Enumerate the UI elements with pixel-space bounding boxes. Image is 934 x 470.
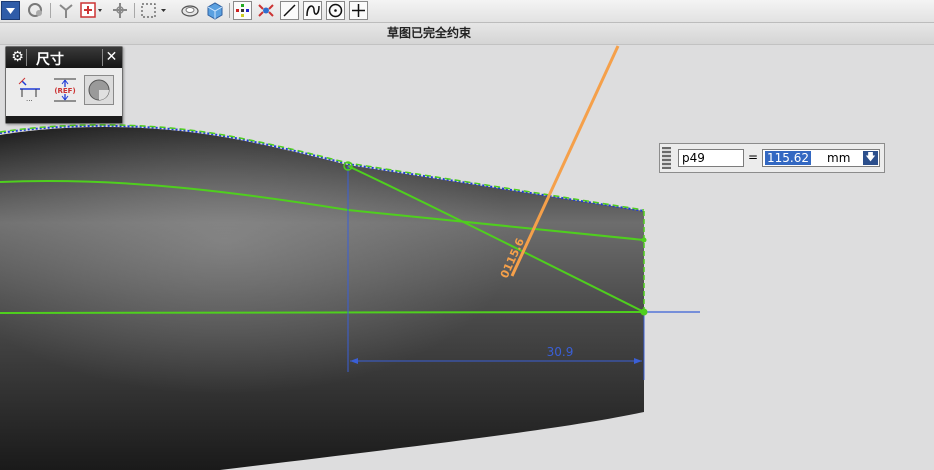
chevron-down-icon[interactable]: 🡇: [863, 151, 878, 165]
palette-footer: [6, 116, 122, 123]
end-point[interactable]: [640, 308, 648, 316]
rapid-dimension-icon[interactable]: ...: [16, 75, 46, 105]
gear-icon[interactable]: ⚙: [9, 49, 27, 66]
reference-dimension-icon[interactable]: (REF): [50, 75, 80, 105]
svg-text:(REF): (REF): [54, 87, 75, 95]
sketch-centerline[interactable]: [0, 311, 645, 314]
auto-dimension-icon[interactable]: [84, 75, 114, 105]
graphics-window[interactable]: 30.9 0115.6: [0, 0, 934, 470]
close-icon[interactable]: ✕: [102, 49, 120, 66]
value-text[interactable]: 115.62: [765, 151, 811, 165]
expression-name-field[interactable]: p49: [678, 149, 744, 167]
unit-text: mm: [827, 151, 851, 165]
equals-sign: =: [748, 150, 759, 164]
dimension-palette: ⚙ 尺寸 ✕ ... (REF): [5, 46, 123, 124]
dimension-input-box: p49 = 115.62 mm 🡇: [659, 143, 885, 173]
svg-text:...: ...: [26, 95, 33, 103]
palette-title: 尺寸: [36, 52, 64, 68]
expression-value-field[interactable]: 115.62 mm 🡇: [762, 149, 880, 167]
drag-handle[interactable]: [662, 147, 671, 169]
dimension-text[interactable]: 30.9: [547, 345, 574, 359]
